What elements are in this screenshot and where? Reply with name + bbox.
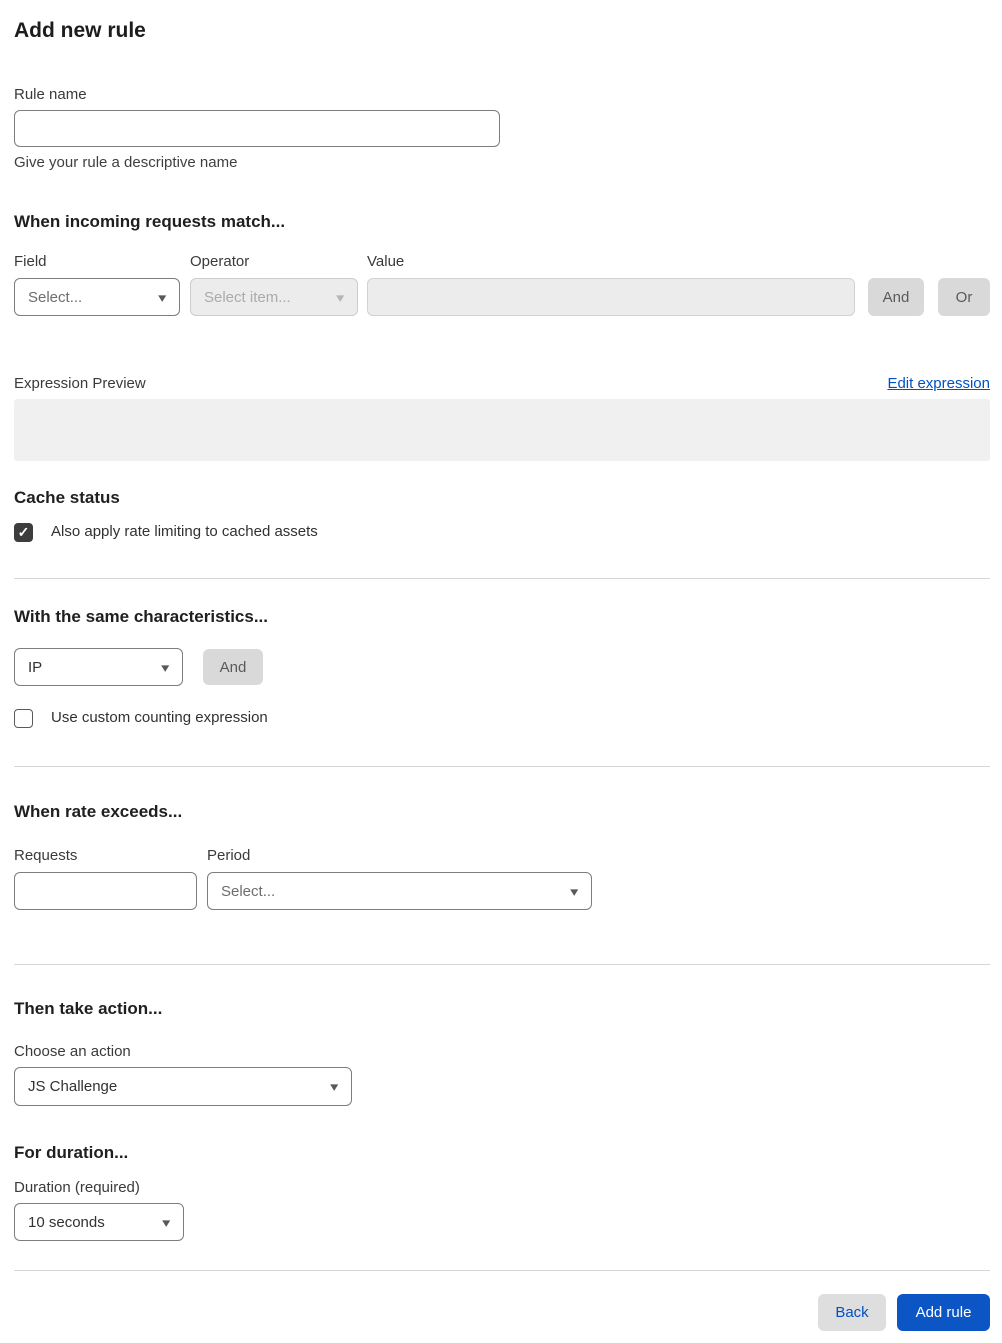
footer-divider (14, 1270, 990, 1271)
counting-expression-checkbox[interactable] (14, 708, 33, 728)
chevron-down-icon: ▾ (570, 883, 579, 899)
period-select-value: Select... (221, 882, 276, 900)
value-input (367, 278, 855, 316)
rule-name-input[interactable] (14, 110, 500, 147)
field-select[interactable]: Select... ▾ (14, 278, 180, 316)
duration-select[interactable]: 10 seconds ▾ (14, 1203, 184, 1241)
characteristics-heading: With the same characteristics... (14, 607, 269, 626)
duration-label: Duration (required) (14, 1179, 140, 1196)
edit-expression-link[interactable]: Edit expression (887, 375, 990, 392)
duration-select-value: 10 seconds (28, 1213, 105, 1231)
operator-label: Operator (190, 253, 250, 270)
add-rule-form: Add new rule Rule name Give your rule a … (0, 0, 1002, 1343)
section-divider (14, 964, 990, 965)
counting-expression-checkbox-label: Use custom counting expression (51, 709, 268, 726)
chevron-down-icon: ▾ (161, 659, 170, 675)
chevron-down-icon: ▾ (336, 289, 345, 305)
requests-input[interactable] (14, 872, 197, 910)
period-select[interactable]: Select... ▾ (207, 872, 592, 910)
rate-exceeds-heading: When rate exceeds... (14, 802, 183, 821)
period-label: Period (207, 847, 251, 864)
characteristics-row: IP ▾ And (14, 648, 990, 686)
expression-preview-box (14, 399, 990, 461)
cached-assets-checkbox[interactable]: ✓ (14, 522, 33, 542)
cached-assets-checkbox-label: Also apply rate limiting to cached asset… (51, 523, 318, 540)
action-select-value: JS Challenge (28, 1078, 118, 1095)
take-action-heading: Then take action... (14, 999, 163, 1018)
duration-heading: For duration... (14, 1143, 129, 1162)
footer-actions: Back Add rule (14, 1294, 990, 1331)
page-title: Add new rule (14, 19, 146, 42)
expression-preview-label: Expression Preview (14, 375, 146, 392)
operator-select-value: Select item... (204, 288, 291, 306)
field-select-value: Select... (28, 288, 83, 306)
section-divider (14, 766, 990, 767)
section-divider (14, 578, 990, 579)
choose-action-label: Choose an action (14, 1043, 131, 1060)
requests-label: Requests (14, 847, 78, 864)
chevron-down-icon: ▾ (162, 1214, 171, 1230)
back-button[interactable]: Back (818, 1294, 886, 1331)
add-rule-button[interactable]: Add rule (897, 1294, 990, 1331)
counting-expression-checkbox-row: Use custom counting expression (14, 708, 990, 728)
field-label: Field (14, 253, 47, 270)
chevron-down-icon: ▾ (330, 1079, 339, 1094)
operator-select: Select item... ▾ (190, 278, 358, 316)
and-button[interactable]: And (868, 278, 924, 316)
characteristics-and-button[interactable]: And (203, 649, 263, 685)
cached-assets-checkbox-row: ✓ Also apply rate limiting to cached ass… (14, 522, 990, 542)
cache-status-heading: Cache status (14, 488, 120, 507)
characteristic-select[interactable]: IP ▾ (14, 648, 183, 686)
characteristic-select-value: IP (28, 658, 43, 676)
or-button[interactable]: Or (938, 278, 990, 316)
chevron-down-icon: ▾ (158, 289, 167, 305)
action-select[interactable]: JS Challenge ▾ (14, 1067, 352, 1106)
rule-name-helper: Give your rule a descriptive name (14, 154, 238, 171)
checkmark-icon: ✓ (17, 524, 30, 540)
rate-row: Requests Period Select... ▾ (14, 846, 990, 910)
rule-name-label: Rule name (14, 86, 87, 103)
match-criteria-row: Field Select... ▾ Operator Select item..… (14, 252, 990, 316)
expression-preview-header: Expression Preview Edit expression (14, 374, 990, 394)
match-section-heading: When incoming requests match... (14, 212, 286, 231)
value-label: Value (367, 253, 405, 270)
